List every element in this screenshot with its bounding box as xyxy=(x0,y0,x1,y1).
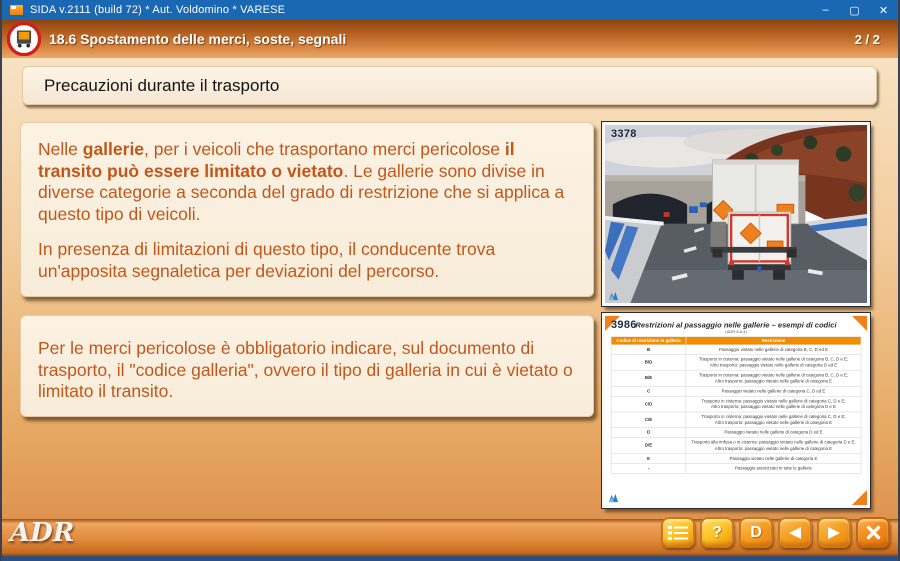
page-title-box: Precauzioni durante il trasporto xyxy=(22,66,877,105)
code-cell: C/D xyxy=(611,396,686,412)
paragraph: Nelle gallerie, per i veicoli che traspo… xyxy=(38,139,579,225)
table-row: DPassaggio vietato nelle gallerie di cat… xyxy=(611,428,861,438)
watermark-icon xyxy=(608,492,619,503)
code-cell: B/D xyxy=(611,355,686,371)
table-image-number: 3986 xyxy=(611,319,637,331)
codes-table-title: Restrizioni al passaggio nelle gallerie … xyxy=(611,321,861,330)
code-cell: B/E xyxy=(611,370,686,386)
restriction-cell: Trasporto alla rinfusa o in cisterna: pa… xyxy=(686,438,861,454)
index-button[interactable] xyxy=(661,517,695,548)
code-cell: D xyxy=(611,428,686,438)
dictionary-button[interactable]: D xyxy=(739,517,773,548)
page-title: Precauzioni durante il trasporto xyxy=(23,76,279,96)
app-icon xyxy=(10,5,23,15)
codes-table: Codice di restrizione in galleria Restri… xyxy=(611,336,861,473)
close-window-button[interactable]: ✕ xyxy=(869,0,898,20)
code-cell: C xyxy=(611,386,686,396)
restriction-cell: Passaggio vietato nelle gallerie di cate… xyxy=(686,428,861,438)
code-cell: D/E xyxy=(611,438,686,454)
tunnel-codes-table-image[interactable]: 3986 Restrizioni al passaggio nelle gall… xyxy=(602,313,870,508)
table-row: EPassaggio vietato nelle gallerie di cat… xyxy=(611,454,861,464)
arrow-left-icon xyxy=(787,526,803,540)
code-cell: - xyxy=(611,463,686,473)
maximize-button[interactable]: ▢ xyxy=(840,0,869,20)
lesson-header: 18.6 Spostamento delle merci, soste, seg… xyxy=(2,20,898,58)
window-controls: – ▢ ✕ xyxy=(811,0,898,20)
window-titlebar: SIDA v.2111 (build 72) * Aut. Voldomino … xyxy=(2,0,898,20)
watermark-icon xyxy=(608,290,619,301)
table-row: C/ETrasporto in cisterna: passaggio viet… xyxy=(611,412,861,428)
column-header-code: Codice di restrizione in galleria xyxy=(611,337,686,345)
code-cell: C/E xyxy=(611,412,686,428)
exit-button[interactable] xyxy=(856,517,890,548)
restriction-cell: Passaggio vietato nelle gallerie di cate… xyxy=(686,386,861,396)
table-row: -Passaggio autorizzato in tutte le galle… xyxy=(611,463,861,473)
content-area: Precauzioni durante il trasporto Nelle g… xyxy=(2,58,898,519)
navigation-buttons: ? D xyxy=(661,517,890,548)
text-box-tunnel-code: Per le merci pericolose è obbligatorio i… xyxy=(20,315,594,417)
arrow-right-icon xyxy=(826,526,842,540)
corner-triangle-icon xyxy=(852,490,867,505)
column-header-restriction: Restrizione xyxy=(686,337,861,345)
close-icon xyxy=(866,525,881,540)
restriction-cell: Passaggio vietato nelle gallerie di cate… xyxy=(686,454,861,464)
table-row: CPassaggio vietato nelle gallerie di cat… xyxy=(611,386,861,396)
next-page-button[interactable] xyxy=(817,517,851,548)
table-row: D/ETrasporto alla rinfusa o in cisterna:… xyxy=(611,438,861,454)
list-icon xyxy=(667,524,689,542)
table-row: B/DTrasporto in cisterna: passaggio viet… xyxy=(611,355,861,371)
tunnel-truck-photo[interactable]: 3378 xyxy=(602,122,870,306)
restriction-cell: Trasporto in cisterna: passaggio vietato… xyxy=(686,412,861,428)
text-box-tunnels: Nelle gallerie, per i veicoli che traspo… xyxy=(20,122,594,297)
restriction-cell: Passaggio vietato nelle gallerie di cate… xyxy=(686,345,861,355)
codes-table-wrapper: Restrizioni al passaggio nelle gallerie … xyxy=(605,316,867,474)
tunnel-truck-illustration xyxy=(605,125,867,303)
restriction-cell: Passaggio autorizzato in tutte le galler… xyxy=(686,463,861,473)
restriction-cell: Trasporto in cisterna: passaggio vietato… xyxy=(686,355,861,371)
previous-page-button[interactable] xyxy=(778,517,812,548)
corner-triangle-icon xyxy=(852,316,867,331)
code-cell: B xyxy=(611,345,686,355)
lesson-title: 18.6 Spostamento delle merci, soste, seg… xyxy=(49,31,346,47)
code-cell: E xyxy=(611,454,686,464)
adr-logo: ADR xyxy=(10,520,74,546)
minimize-button[interactable]: – xyxy=(811,0,840,20)
table-row: C/DTrasporto in cisterna: passaggio viet… xyxy=(611,396,861,412)
restriction-cell: Trasporto in cisterna: passaggio vietato… xyxy=(686,370,861,386)
table-row: BPassaggio vietato nelle gallerie di cat… xyxy=(611,345,861,355)
codes-table-body: BPassaggio vietato nelle gallerie di cat… xyxy=(611,345,861,474)
photo-number: 3378 xyxy=(611,128,637,140)
application-window: SIDA v.2111 (build 72) * Aut. Voldomino … xyxy=(0,0,900,561)
paragraph: Per le merci pericolose è obbligatorio i… xyxy=(38,338,579,403)
codes-table-subtitle: (ADR 8.6.4) xyxy=(611,330,861,334)
help-button[interactable]: ? xyxy=(700,517,734,548)
page-indicator: 2 / 2 xyxy=(855,32,880,47)
dangerous-goods-sign-icon xyxy=(7,22,41,56)
window-title: SIDA v.2111 (build 72) * Aut. Voldomino … xyxy=(30,4,285,16)
paragraph: In presenza di limitazioni di questo tip… xyxy=(38,239,579,282)
table-row: B/ETrasporto in cisterna: passaggio viet… xyxy=(611,370,861,386)
restriction-cell: Trasporto in cisterna: passaggio vietato… xyxy=(686,396,861,412)
footer-bar: ADR ? D xyxy=(2,519,898,561)
